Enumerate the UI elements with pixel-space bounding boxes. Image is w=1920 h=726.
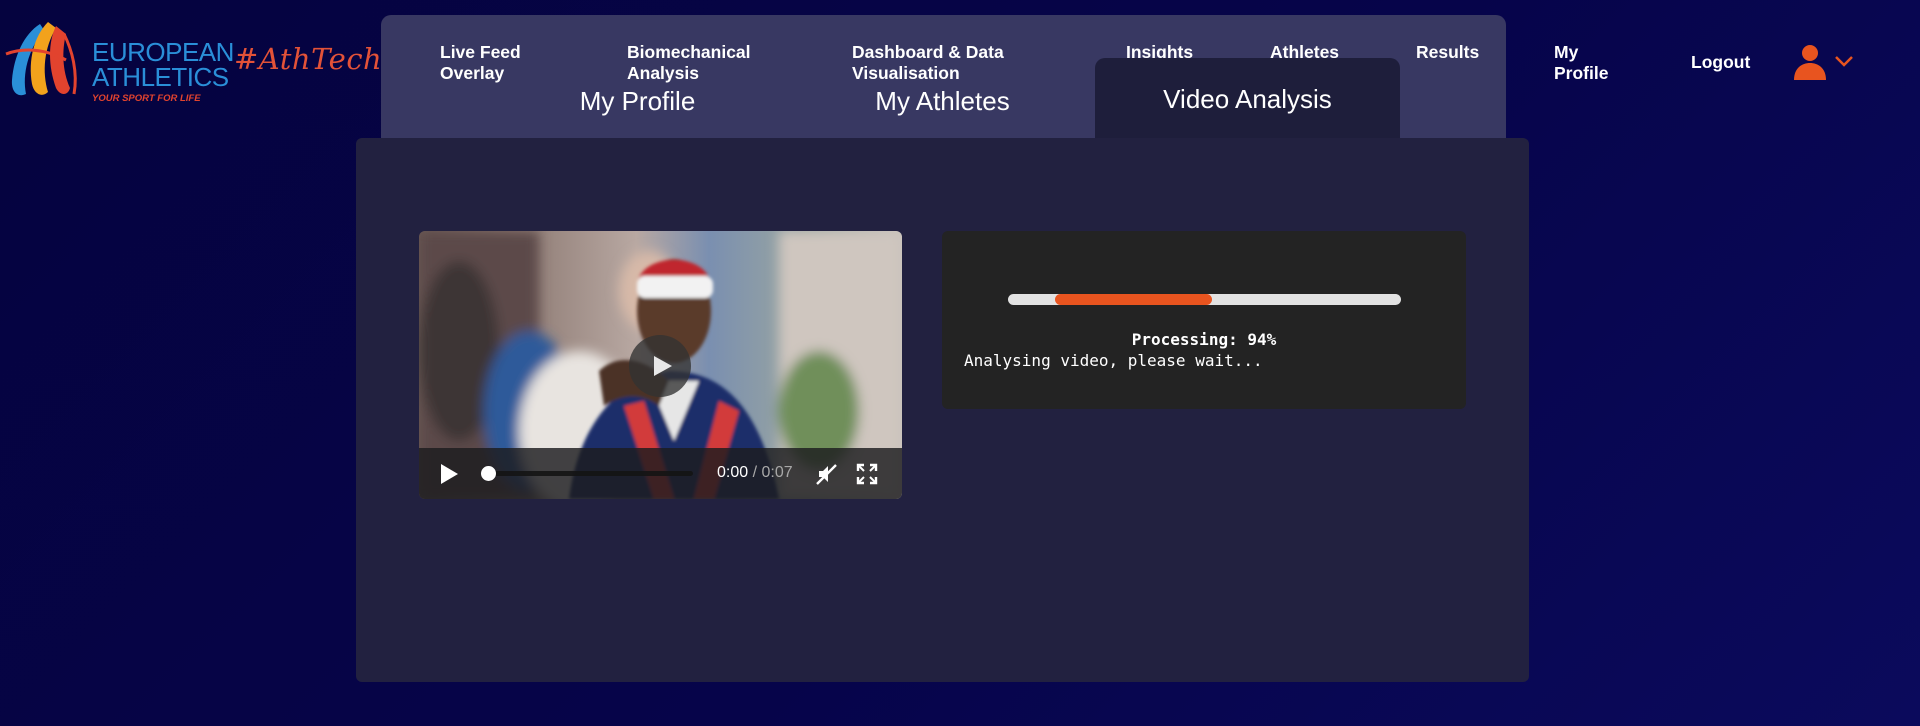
processing-card: Processing: 94% Analysing video, please … — [942, 231, 1466, 409]
processing-progress-fill — [1055, 294, 1213, 305]
tab-video-analysis[interactable]: Video Analysis — [1095, 58, 1400, 144]
tab-my-athletes-label: My Athletes — [875, 85, 1010, 116]
tab-my-athletes[interactable]: My Athletes — [790, 58, 1095, 144]
processing-progress-bar — [1008, 294, 1401, 305]
time-separator: / — [752, 464, 758, 481]
athletics-logo-mark-icon — [5, 22, 77, 96]
seek-thumb[interactable] — [481, 466, 496, 481]
nav-my-profile[interactable]: My Profile — [1554, 42, 1624, 84]
fullscreen-icon[interactable] — [856, 463, 878, 485]
video-seek-bar[interactable] — [481, 466, 693, 481]
play-icon — [654, 356, 672, 376]
logo-tagline: YOUR SPORT FOR LIFE — [92, 93, 201, 104]
video-player[interactable]: 0:00 / 0:07 — [419, 231, 902, 499]
processing-message: Analysing video, please wait... — [964, 351, 1263, 370]
play-button-icon[interactable] — [439, 463, 459, 485]
video-time: 0:00 / 0:07 — [717, 464, 793, 482]
nav-results[interactable]: Results — [1416, 42, 1479, 63]
user-menu[interactable] — [1792, 44, 1858, 82]
chevron-down-icon — [1835, 56, 1853, 67]
logo-line-athletics: ATHLETICS — [92, 62, 229, 92]
logo-text: EUROPEAN ATHLETICS YOUR SPORT FOR LIFE — [92, 39, 234, 104]
play-overlay-button[interactable] — [629, 335, 691, 397]
current-time: 0:00 — [717, 464, 749, 481]
european-athletics-logo[interactable]: EUROPEAN ATHLETICS YOUR SPORT FOR LIFE — [4, 20, 234, 104]
mute-icon[interactable] — [816, 463, 838, 485]
tab-my-profile[interactable]: My Profile — [485, 58, 790, 144]
tab-video-analysis-label: Video Analysis — [1163, 83, 1332, 114]
processing-status: Processing: 94% — [1131, 330, 1277, 349]
video-controls: 0:00 / 0:07 — [419, 448, 902, 499]
video-duration: 0:07 — [761, 464, 793, 481]
tab-my-profile-label: My Profile — [579, 85, 696, 116]
nav-logout[interactable]: Logout — [1691, 52, 1750, 73]
